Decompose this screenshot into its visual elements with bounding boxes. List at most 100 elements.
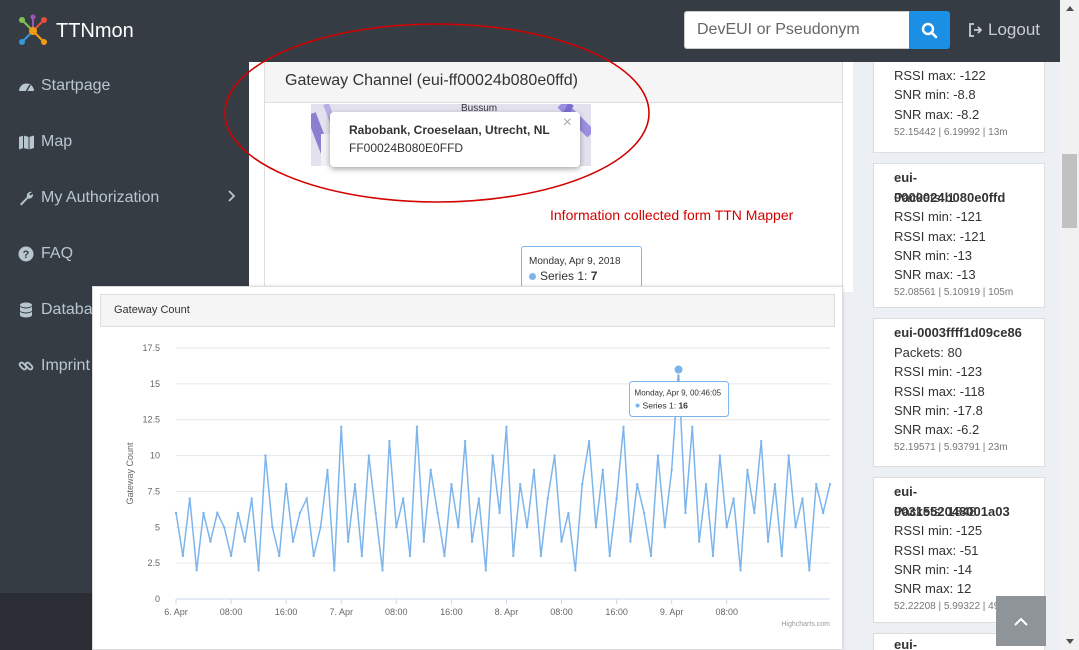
data-point <box>608 554 611 558</box>
y-tick-label: 12.5 <box>142 415 160 425</box>
app-title: TTNmon <box>56 19 134 42</box>
sidebar-footer <box>0 593 92 650</box>
highlight-point <box>673 364 684 375</box>
data-point <box>801 497 804 500</box>
data-point <box>794 526 797 529</box>
data-point <box>353 483 357 486</box>
data-point <box>367 454 370 457</box>
chart-tooltip <box>629 381 730 418</box>
y-tick-label: 17.5 <box>142 343 160 353</box>
sidebar-item-faq[interactable]: ? FAQ <box>0 230 249 278</box>
y-tick-label: 7.5 <box>147 486 160 496</box>
device-stat: SNR max: -8.2 <box>894 106 980 122</box>
x-tick-label: 7. Apr <box>329 607 353 617</box>
scroll-up-arrow-icon[interactable] <box>1060 0 1079 17</box>
data-point <box>525 526 529 529</box>
brand-logo-link[interactable]: TTNmon <box>16 14 134 48</box>
device-stat: RSSI min: -121 <box>894 209 983 225</box>
sidebar-item-label: FAQ <box>41 245 74 262</box>
device-eui[interactable]: eui-0003ffff1d09ce86 <box>894 323 1024 343</box>
data-point <box>209 540 212 543</box>
search-button[interactable] <box>909 11 950 49</box>
data-point <box>264 454 267 457</box>
data-point <box>821 511 825 515</box>
scrollbar-thumb[interactable] <box>1062 154 1077 228</box>
data-point <box>594 526 598 529</box>
sidebar-item-startpage[interactable]: Startpage <box>0 62 249 110</box>
device-stat: SNR max: -13 <box>894 267 976 283</box>
data-point <box>546 497 549 500</box>
data-point <box>284 483 288 486</box>
card-separator <box>873 152 1045 164</box>
data-point <box>711 554 715 558</box>
device-eui[interactable]: eui-0031552048001a03 <box>894 482 1024 519</box>
data-point <box>174 511 178 515</box>
data-point <box>828 483 832 486</box>
data-point <box>395 526 398 529</box>
data-point <box>642 511 646 515</box>
data-point <box>443 554 446 558</box>
data-point <box>753 511 756 515</box>
device-card: eui-0003ffff1d09ce86 Packets: 80 RSSI mi… <box>873 319 1045 466</box>
data-point <box>691 425 694 429</box>
device-stat: SNR min: -14 <box>894 561 973 577</box>
data-point <box>622 425 625 429</box>
data-point <box>374 511 377 515</box>
data-point <box>181 554 185 558</box>
y-tick-label: 5 <box>155 522 160 532</box>
map-icon <box>17 133 35 151</box>
device-coordinates: 52.08561 | 5.10919 | 105m <box>894 287 1014 299</box>
tooltip-date: Monday, Apr 9, 2018 <box>529 256 621 267</box>
data-point <box>257 569 260 572</box>
device-stat: SNR min: -13 <box>894 247 973 263</box>
x-tick-label: 6. Apr <box>164 607 188 617</box>
back-to-top-button[interactable] <box>996 596 1046 646</box>
device-stat: RSSI max: -118 <box>894 383 985 399</box>
data-point <box>477 497 481 500</box>
gateway-count-panel: Gateway Count 0 2.5 5 7.5 10 12.5 15 17.5 Gatewa… <box>92 286 843 650</box>
series-line <box>175 369 831 571</box>
device-stat: SNR min: -17.8 <box>894 402 983 418</box>
gateway-count-chart[interactable]: 0 2.5 5 7.5 10 12.5 15 17.5 Gateway Count 6. Apr 0… <box>93 287 844 650</box>
sidebar-item-map[interactable]: Map <box>0 118 249 166</box>
data-point <box>319 526 322 529</box>
sidebar-item-my-authorization[interactable]: My Authorization <box>0 174 249 222</box>
annotation-ellipse <box>224 23 650 203</box>
link-icon <box>17 357 35 375</box>
database-icon <box>17 301 35 319</box>
data-point <box>229 554 233 558</box>
data-point <box>656 454 660 457</box>
card-separator <box>873 466 1045 478</box>
data-point <box>388 440 391 443</box>
device-stat: RSSI max: -121 <box>894 228 986 244</box>
data-point <box>498 511 501 515</box>
data-point <box>532 468 536 472</box>
data-point <box>436 511 439 515</box>
page-scrollbar[interactable] <box>1060 0 1079 650</box>
logout-button[interactable]: Logout <box>968 20 1040 40</box>
chart-tooltip-date: Monday, Apr 9, 00:46:05 <box>635 389 722 398</box>
device-eui[interactable]: eui-0000024b080e0ffd <box>894 168 1024 205</box>
y-axis-label: Gateway Count <box>125 442 135 505</box>
wrench-icon <box>17 189 35 207</box>
data-point <box>463 440 467 443</box>
data-point <box>567 511 570 515</box>
data-point <box>470 540 474 543</box>
channel-chart-tooltip: Monday, Apr 9, 2018 Series 1: 7 <box>521 246 642 288</box>
search-input[interactable] <box>684 11 910 49</box>
data-point <box>574 569 577 572</box>
chart-tooltip-dot <box>635 403 640 408</box>
y-tick-label: 2.5 <box>147 558 160 568</box>
x-tick-label: 16:00 <box>605 607 628 617</box>
scroll-down-arrow-icon[interactable] <box>1060 633 1079 650</box>
data-point <box>216 511 219 515</box>
device-card: RSSI max: -122 SNR min: -8.8 SNR max: -8… <box>873 62 1045 152</box>
data-point <box>298 511 302 515</box>
device-stat: Packets: 80 <box>894 345 962 360</box>
svg-text:?: ? <box>23 249 30 261</box>
data-point <box>326 468 329 472</box>
data-point <box>408 554 412 558</box>
data-point <box>491 454 494 457</box>
data-point <box>360 554 364 558</box>
data-point <box>243 540 247 543</box>
